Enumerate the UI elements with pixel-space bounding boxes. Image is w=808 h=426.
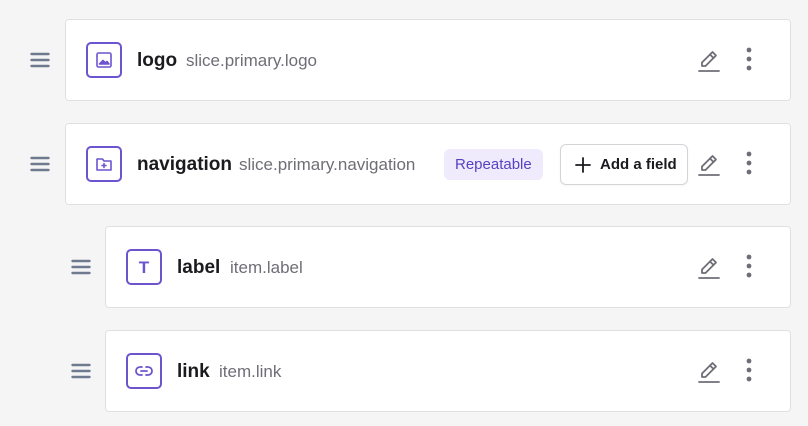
more-vertical-icon[interactable]: [742, 150, 756, 176]
pencil-icon[interactable]: [696, 48, 722, 74]
plus-icon: [574, 156, 592, 174]
field-api-path: item.label: [230, 258, 303, 277]
link-icon: [126, 353, 162, 389]
field-api-path: slice.primary.logo: [186, 51, 318, 70]
field-name: label: [177, 257, 221, 278]
field-row-navigation: navigation slice.primary.navigation Repe…: [65, 123, 791, 205]
add-field-button[interactable]: Add a field: [560, 144, 688, 185]
text-icon: T: [126, 249, 162, 285]
field-name: logo: [137, 50, 178, 71]
field-row-logo: logo slice.primary.logo: [65, 19, 791, 101]
pencil-icon[interactable]: [696, 359, 722, 385]
repeatable-badge: Repeatable: [444, 149, 543, 180]
field-name: link: [177, 361, 210, 382]
text-icon-letter: T: [138, 257, 150, 277]
more-vertical-icon[interactable]: [742, 357, 756, 383]
more-vertical-icon[interactable]: [742, 253, 756, 279]
field-api-path: item.link: [219, 362, 282, 381]
drag-handle-icon[interactable]: [71, 258, 91, 276]
drag-handle-icon[interactable]: [30, 155, 50, 173]
field-api-path: slice.primary.navigation: [239, 155, 416, 174]
field-row-link: link item.link: [105, 330, 791, 412]
add-field-label: Add a field: [600, 156, 677, 173]
more-vertical-icon[interactable]: [742, 46, 756, 72]
pencil-icon[interactable]: [696, 152, 722, 178]
drag-handle-icon[interactable]: [71, 362, 91, 380]
image-icon: [86, 42, 122, 78]
pencil-icon[interactable]: [696, 255, 722, 281]
folder-plus-icon: [86, 146, 122, 182]
drag-handle-icon[interactable]: [30, 51, 50, 69]
field-name: navigation: [137, 154, 233, 175]
field-row-label: T label item.label: [105, 226, 791, 308]
